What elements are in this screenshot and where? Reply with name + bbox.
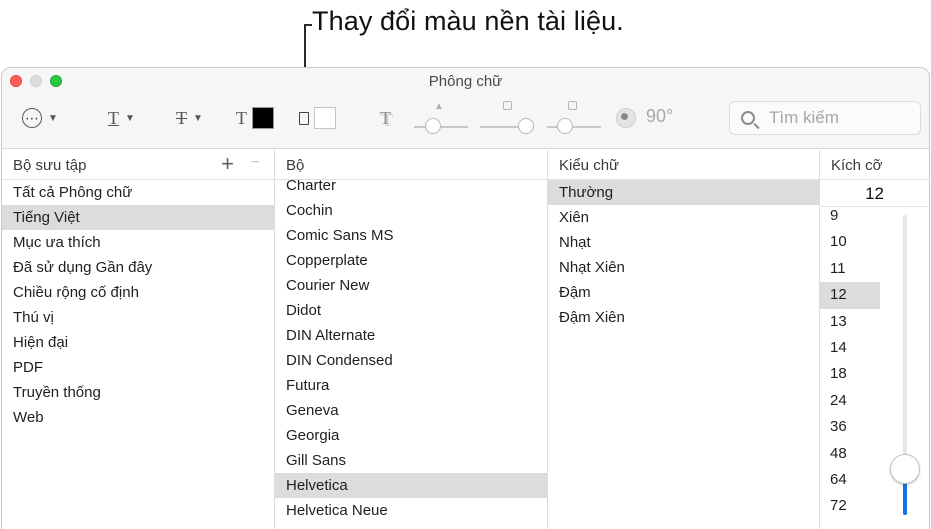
typeface-header: Kiểu chữ [548,150,819,180]
collections-column: Bộ sưu tập + − Tất cả Phông chữ Tiếng Việ… [2,150,274,529]
shadow-blur-slider[interactable] [518,118,534,134]
chevron-down-icon: ▼ [193,112,203,124]
typeface-item[interactable]: Thường [548,180,819,205]
offset-icon [568,101,577,110]
size-item[interactable]: 64 [819,467,889,493]
collection-item[interactable]: Đã sử dụng Gần đây [2,255,274,280]
family-column: Bộ Charter Cochin Comic Sans MS Copperplate… [275,150,547,529]
size-header-label: Kích cỡ [831,157,883,174]
size-item[interactable]: 24 [819,388,889,414]
shadow-toggle[interactable]: T [380,105,391,131]
size-item[interactable]: 13 [819,309,889,335]
size-item[interactable]: 9 [819,203,889,229]
document-color-well[interactable] [314,107,336,129]
shadow-angle-dial[interactable] [616,108,636,128]
size-slider-knob[interactable] [890,454,920,484]
size-item[interactable]: 48 [819,441,889,467]
shadow-opacity-slider[interactable] [425,118,441,134]
font-family-item[interactable]: Futura [275,373,547,398]
strikethrough-menu-button[interactable]: T ▼ [176,105,203,131]
action-menu-button[interactable]: ⋯ ▼ [22,105,58,131]
collection-item[interactable]: Truyền thống [2,380,274,405]
typeface-list: Thường Xiên Nhạt Nhạt Xiên Đậm Đậm Xiên [548,180,819,330]
font-family-item[interactable]: Courier New [275,273,547,298]
shadow-offset-slider[interactable] [557,118,573,134]
typeface-column: Kiểu chữ Thường Xiên Nhạt Nhạt Xiên Đậm Đậm X… [548,150,819,529]
search-input[interactable] [769,108,919,128]
collection-item[interactable]: Chiều rộng cố định [2,280,274,305]
text-color-button[interactable]: T [236,105,274,131]
collection-item[interactable]: Tiếng Việt [2,205,274,230]
font-family-item[interactable]: Comic Sans MS [275,223,547,248]
family-list: Charter Cochin Comic Sans MS Copperplate Cou… [275,173,547,523]
document-color-button[interactable] [299,105,336,131]
font-family-item[interactable]: Didot [275,298,547,323]
size-item[interactable]: 12 [819,282,880,309]
size-item[interactable]: 72 [819,493,889,519]
dial-indicator [621,113,628,120]
typeface-item[interactable]: Đậm [548,280,819,305]
search-field[interactable] [729,101,921,135]
underline-menu-button[interactable]: T ▼ [108,105,135,131]
collection-item[interactable]: Tất cả Phông chữ [2,180,274,205]
collections-list: Tất cả Phông chữ Tiếng Việt Mục ưa thích Đã… [2,180,274,430]
opacity-icon: ▲ [434,101,444,112]
collection-item[interactable]: Thú vị [2,305,274,330]
chevron-down-icon: ▼ [125,112,135,124]
shadow-offset-track[interactable] [547,126,601,128]
document-icon [299,111,309,125]
underline-icon: T [108,107,119,128]
font-family-item[interactable]: Cochin [275,198,547,223]
text-shadow-icon: T [380,107,391,128]
typeface-item[interactable]: Nhạt [548,230,819,255]
typeface-item[interactable]: Nhạt Xiên [548,255,819,280]
size-item[interactable]: 11 [819,256,889,282]
add-collection-button[interactable]: + [221,151,234,177]
font-family-item[interactable]: Helvetica Neue [275,498,547,523]
size-item[interactable]: 36 [819,414,889,440]
chevron-down-icon: ▼ [48,112,58,124]
size-item[interactable]: 18 [819,361,889,387]
typeface-item[interactable]: Xiên [548,205,819,230]
font-family-item[interactable]: Gill Sans [275,448,547,473]
fonts-window: Phông chữ ⋯ ▼ T ▼ T ▼ T T ▲ 90° Tìm kiếm… [1,67,930,529]
collection-item[interactable]: Web [2,405,274,430]
size-header: Kích cỡ [820,150,929,180]
ellipsis-circle-icon: ⋯ [22,108,42,128]
size-item[interactable]: 14 [819,335,889,361]
remove-collection-button[interactable]: − [251,154,260,172]
window-title: Phông chữ [428,73,503,90]
shadow-angle-value: 90° [646,106,674,126]
size-list: 9 10 11 12 13 14 18 24 36 48 64 72 [819,203,889,520]
collection-item[interactable]: PDF [2,355,274,380]
family-header-label: Bộ [286,157,305,174]
font-family-item[interactable]: Georgia [275,423,547,448]
strikethrough-icon: T [176,107,187,128]
font-family-item[interactable]: DIN Alternate [275,323,547,348]
blur-icon [503,101,512,110]
callout-hook [304,24,312,26]
font-family-item[interactable]: Helvetica [275,473,547,498]
family-header: Bộ [275,150,547,180]
typeface-item[interactable]: Đậm Xiên [548,305,819,330]
callout-text: Thay đổi màu nền tài liệu. [312,6,624,36]
typeface-header-label: Kiểu chữ [559,157,620,174]
collection-item[interactable]: Hiện đại [2,330,274,355]
shadow-opacity-track[interactable] [414,126,468,128]
collection-item[interactable]: Mục ưa thích [2,230,274,255]
search-icon [741,111,755,125]
font-family-item[interactable]: Geneva [275,398,547,423]
text-color-well[interactable] [252,107,274,129]
collections-header: Bộ sưu tập + − [2,150,274,180]
size-item[interactable]: 10 [819,229,889,255]
font-family-item[interactable]: DIN Condensed [275,348,547,373]
titlebar: Phông chữ ⋯ ▼ T ▼ T ▼ T T ▲ 90° Tìm kiếm [2,68,929,149]
font-family-item[interactable]: Copperplate [275,248,547,273]
size-slider-fill [903,480,907,515]
collections-header-label: Bộ sưu tập [13,157,87,174]
text-color-icon: T [236,107,247,128]
